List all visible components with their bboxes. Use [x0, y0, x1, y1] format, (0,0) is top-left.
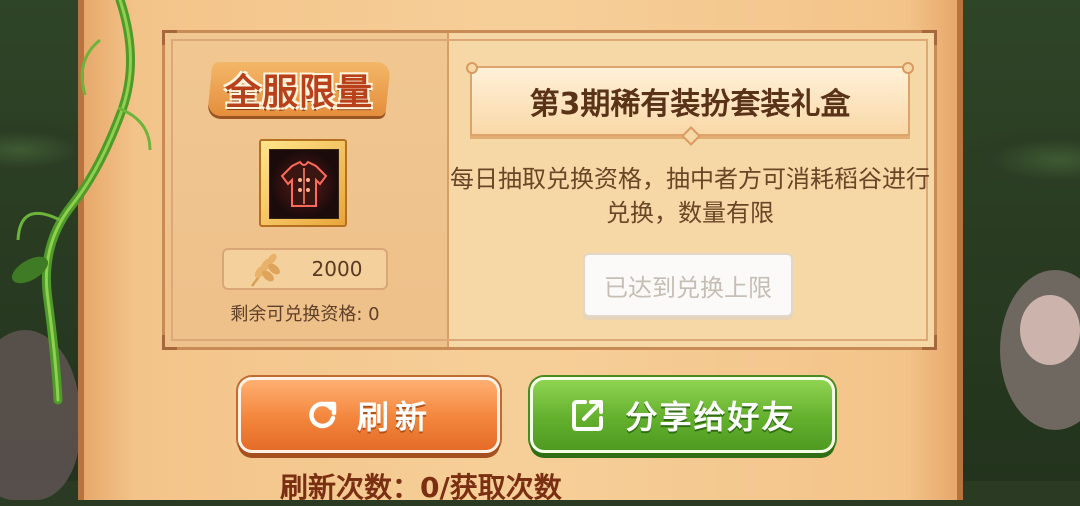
- price-value: 2000: [311, 257, 363, 281]
- refresh-button[interactable]: 刷新: [238, 377, 500, 453]
- corner-ornament: [922, 335, 937, 350]
- mouse-character-right: [1000, 270, 1080, 430]
- price-box: 2000: [222, 248, 388, 290]
- exchange-limit-button[interactable]: 已达到兑换上限: [583, 253, 793, 317]
- refresh-count-text: 刷新次数：0/获取次数: [280, 471, 562, 504]
- item-title-banner: 第3期稀有装扮套装礼盒: [466, 62, 914, 146]
- beanstalk-vine: [11, 0, 152, 405]
- item-description: 每日抽取兑换资格，抽中者方可消耗稻谷进行兑换，数量有限: [450, 165, 930, 227]
- limited-edition-tag: 全服限量: [207, 62, 391, 116]
- item-slot[interactable]: [259, 139, 347, 227]
- costume-item-icon: [269, 149, 339, 219]
- refresh-label: 刷新: [356, 398, 433, 436]
- corner-ornament: [922, 30, 937, 45]
- wheat-icon: [246, 252, 286, 292]
- share-button[interactable]: 分享给好友: [530, 377, 835, 453]
- share-icon: [569, 396, 607, 434]
- share-label: 分享给好友: [625, 398, 796, 436]
- refresh-icon: [305, 398, 339, 432]
- exchange-limit-label: 已达到兑换上限: [604, 273, 772, 302]
- item-title: 第3期稀有装扮套装礼盒: [529, 87, 851, 122]
- remaining-qualification: 剩余可兑换资格: 0: [230, 304, 380, 325]
- limited-tag-label: 全服限量: [224, 72, 373, 113]
